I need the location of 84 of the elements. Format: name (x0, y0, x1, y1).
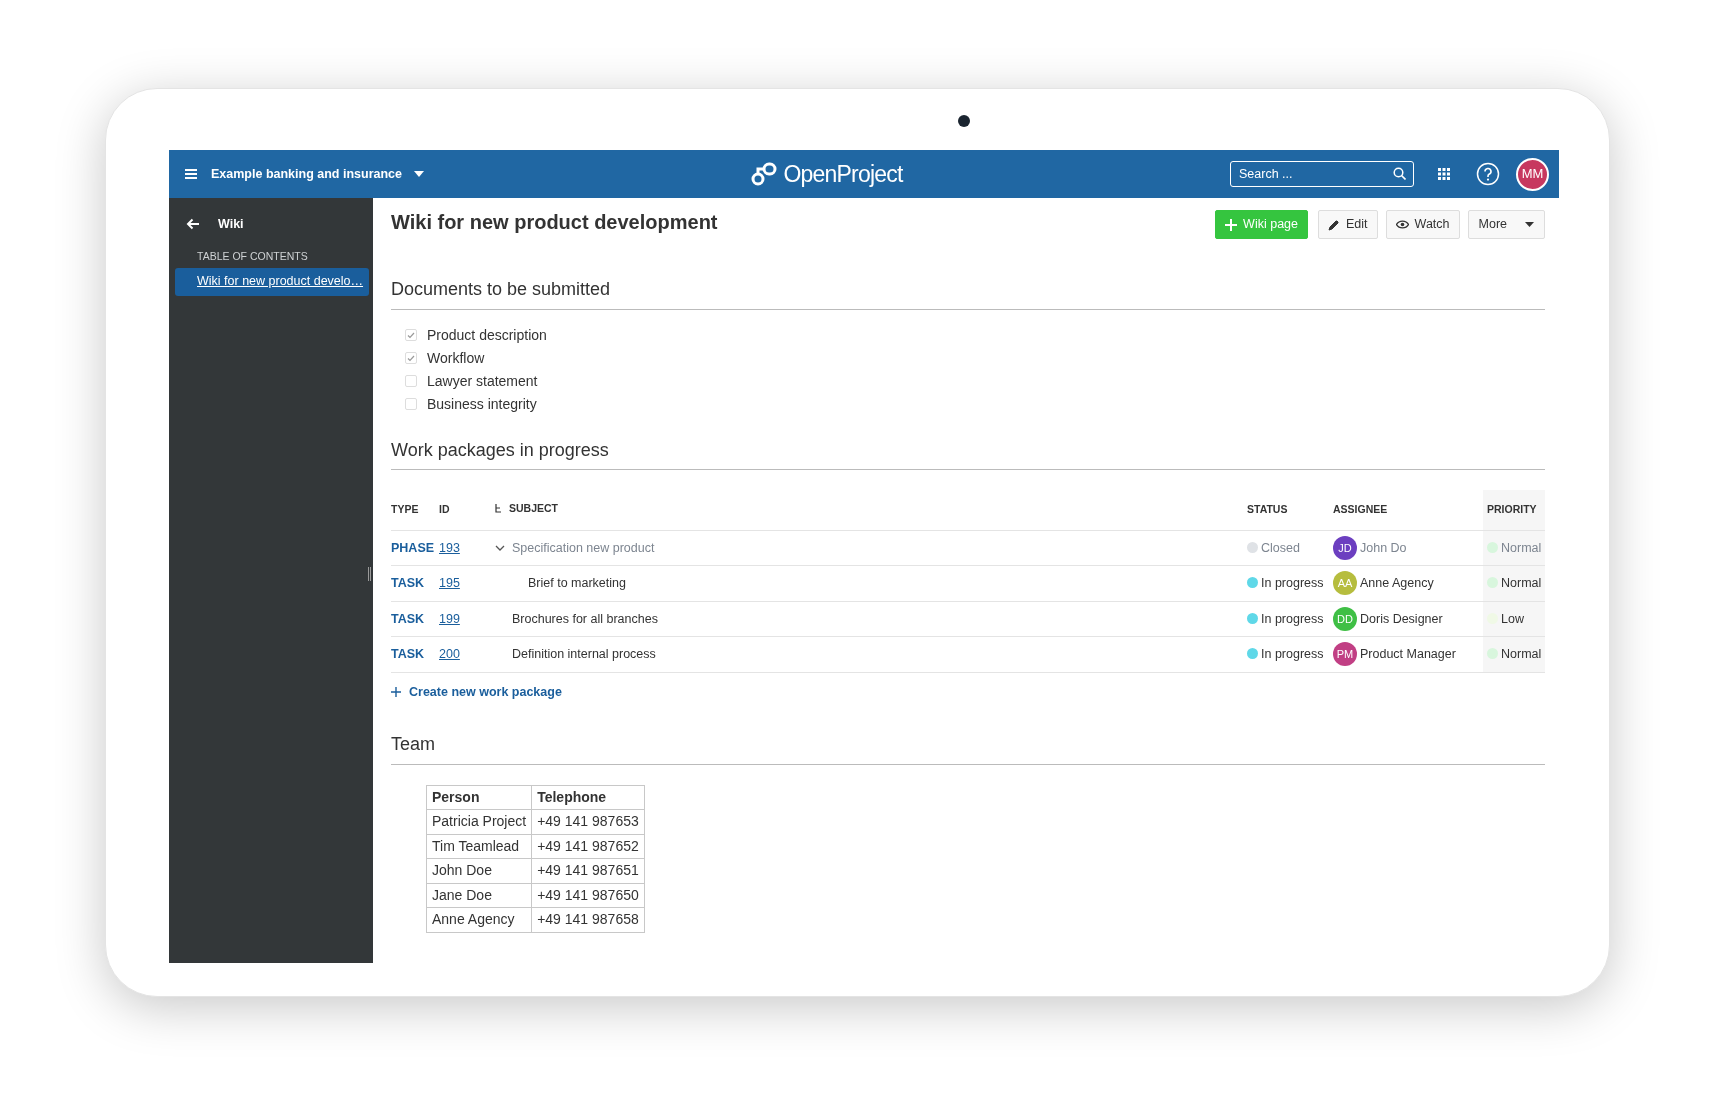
subject-text: Specification new product (512, 539, 655, 557)
table-cell: Anne Agency (426, 907, 532, 933)
status-text: In progress (1261, 647, 1324, 662)
camera-dot (958, 115, 970, 127)
resize-handle[interactable] (368, 567, 371, 581)
pencil-icon (1328, 218, 1340, 231)
help-icon[interactable] (1476, 162, 1500, 186)
checklist-label: Lawyer statement (427, 371, 538, 391)
checklist-label: Business integrity (427, 394, 537, 414)
priority-text: Normal (1501, 576, 1542, 591)
table-header: Person (426, 785, 532, 810)
chevron-icon[interactable] (495, 544, 505, 551)
assignee-name: Doris Designer (1360, 611, 1443, 626)
type-label: PHASE (391, 540, 435, 555)
table-cell: +49 141 987658 (531, 907, 645, 933)
column-header[interactable]: ID (439, 503, 450, 516)
watch-button[interactable]: Watch (1385, 210, 1460, 239)
section-heading: Work packages in progress (391, 439, 1545, 471)
assignee-name: Product Manager (1360, 647, 1456, 662)
avatar: JD (1333, 535, 1357, 560)
table-cell: Tim Teamlead (426, 834, 532, 859)
priority-text: Low (1501, 611, 1524, 626)
avatar: DD (1333, 606, 1357, 631)
status-text: In progress (1261, 576, 1324, 591)
logo-icon (751, 162, 778, 186)
column-header[interactable]: TYPE (391, 503, 419, 516)
back-arrow-icon[interactable] (186, 218, 200, 230)
more-button[interactable]: More (1467, 210, 1545, 239)
id-link[interactable]: 200 (439, 647, 460, 662)
checkbox[interactable] (405, 375, 417, 388)
avatar: PM (1333, 642, 1357, 667)
edit-button[interactable]: Edit (1318, 210, 1378, 239)
table-cell: John Doe (426, 858, 532, 884)
plus-icon (391, 687, 401, 698)
subject-text: Brochures for all branches (512, 610, 658, 628)
apps-grid-icon[interactable] (1438, 168, 1450, 180)
checkbox[interactable] (405, 352, 417, 365)
hierarchy-icon[interactable] (495, 504, 501, 514)
table-header: Telephone (531, 785, 645, 810)
project-selector[interactable]: Example banking and insurance (211, 164, 425, 184)
avatar: AA (1333, 571, 1357, 596)
checklist-label: Workflow (427, 348, 485, 368)
table-cell: Patricia Project (426, 809, 532, 835)
user-avatar[interactable]: MM (1516, 157, 1549, 191)
page-title: Wiki for new product development (391, 210, 719, 234)
assignee-name: Anne Agency (1360, 576, 1434, 591)
column-header[interactable]: ASSIGNEE (1333, 503, 1388, 516)
subject-text: Brief to marketing (528, 575, 626, 593)
type-label: TASK (391, 611, 425, 626)
priority-text: Normal (1501, 540, 1542, 555)
type-label: TASK (391, 576, 425, 591)
caret-icon (414, 171, 425, 177)
type-label: TASK (391, 647, 425, 662)
checkbox[interactable] (405, 398, 417, 411)
search-icon (1393, 167, 1406, 180)
sidebar-item[interactable]: Wiki for new product develo… (175, 267, 369, 296)
section-heading: Documents to be submitted (391, 279, 1545, 310)
id-link[interactable]: 195 (439, 576, 460, 591)
table-cell: +49 141 987650 (531, 883, 645, 908)
status-text: Closed (1261, 540, 1300, 555)
id-link[interactable]: 199 (439, 611, 460, 626)
plus-icon (1225, 218, 1238, 231)
assignee-name: John Do (1360, 540, 1407, 555)
table-cell: +49 141 987652 (531, 834, 645, 859)
eye-icon (1395, 220, 1409, 229)
status-text: In progress (1261, 611, 1324, 626)
logo[interactable]: OpenProject (751, 156, 903, 192)
checkbox[interactable] (405, 329, 417, 342)
search-field[interactable]: Search ... (1230, 161, 1414, 187)
caret-icon (1525, 222, 1534, 227)
priority-text: Normal (1501, 647, 1542, 662)
checklist-label: Product description (427, 325, 547, 345)
sidebar-title: Wiki (218, 215, 244, 233)
table-cell: Jane Doe (426, 883, 532, 908)
subject-text: Definition internal process (512, 646, 656, 664)
column-header[interactable]: SUBJECT (509, 501, 558, 517)
column-header[interactable]: STATUS (1247, 503, 1288, 516)
menu-icon[interactable] (185, 169, 197, 179)
section-heading: Team (391, 734, 1545, 765)
create-link[interactable]: Create new work package (391, 682, 562, 702)
table-cell: +49 141 987651 (531, 858, 645, 884)
id-link[interactable]: 193 (439, 540, 460, 555)
section-label: TABLE OF CONTENTS (197, 249, 309, 264)
table-cell: +49 141 987653 (531, 809, 645, 835)
